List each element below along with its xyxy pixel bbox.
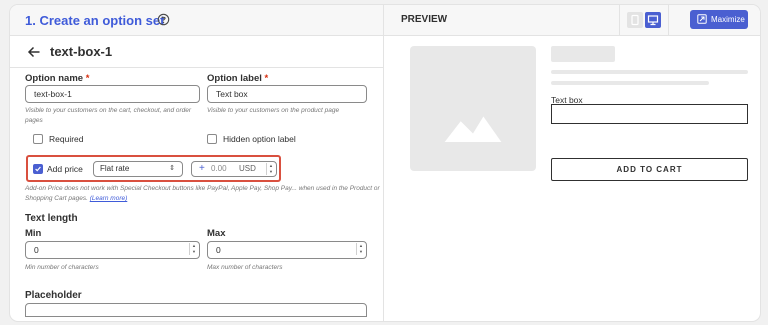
price-type-select[interactable]: Flat rate ⇕ [93, 161, 183, 177]
option-name-hint: Visible to your customers on the cart, c… [25, 107, 192, 124]
hidden-label-checkbox[interactable] [207, 134, 217, 144]
preview-panel: PREVIEW Maximize Text box ADD TO CART [384, 5, 760, 321]
maximize-button[interactable]: Maximize [690, 10, 748, 29]
select-arrows-icon: ⇕ [169, 165, 175, 172]
price-type-value: Flat rate [100, 164, 130, 173]
editor-panel: 1. Create an option set text-box-1 Optio… [10, 5, 383, 321]
max-hint: Max number of characters [207, 264, 283, 271]
add-price-label: Add price [47, 164, 83, 174]
help-icon[interactable] [157, 13, 170, 26]
min-input[interactable]: 0 ▲ ▼ [25, 241, 200, 259]
option-label-hint: Visible to your customers on the product… [207, 107, 340, 114]
min-stepper[interactable]: ▲ ▼ [189, 243, 198, 255]
required-checkbox[interactable] [33, 134, 43, 144]
price-amount-field[interactable]: + 0.00 USD ▲ ▼ [191, 161, 277, 177]
maximize-icon [697, 14, 707, 24]
learn-more-link[interactable]: (Learn more) [90, 195, 128, 202]
option-name-input[interactable]: text-box-1 [25, 85, 200, 103]
min-label: Min [25, 228, 42, 239]
plus-icon: + [199, 163, 205, 174]
placeholder-input[interactable] [25, 303, 367, 317]
amount-stepper[interactable]: ▲ ▼ [266, 163, 275, 175]
checkmark-icon [35, 166, 41, 172]
option-subheader: text-box-1 [10, 36, 383, 68]
required-label: Required [49, 134, 84, 144]
app-frame: 1. Create an option set text-box-1 Optio… [9, 4, 761, 322]
page-title: 1. Create an option set [25, 13, 165, 28]
text-skeleton-2 [551, 81, 709, 85]
max-input[interactable]: 0 ▲ ▼ [207, 241, 367, 259]
hidden-label-label: Hidden option label [223, 134, 296, 144]
max-stepper[interactable]: ▲ ▼ [356, 243, 365, 255]
option-label-input[interactable]: Text box [207, 85, 367, 103]
text-skeleton-1 [551, 70, 748, 74]
currency-label: USD [239, 164, 256, 173]
product-image-placeholder [410, 46, 536, 171]
min-hint: Min number of characters [25, 264, 99, 271]
max-label: Max [207, 228, 226, 239]
addon-price-note: Add-on Price does not work with Special … [25, 185, 380, 202]
maximize-label: Maximize [711, 15, 745, 24]
back-arrow-icon[interactable] [27, 45, 41, 59]
image-placeholder-icon [444, 116, 502, 142]
option-label-label: Option label * [207, 73, 269, 84]
title-skeleton [551, 46, 615, 62]
preview-title: PREVIEW [401, 14, 448, 25]
preview-text-input[interactable] [551, 104, 748, 124]
add-to-cart-button[interactable]: ADD TO CART [551, 158, 748, 181]
max-value: 0 [216, 245, 221, 255]
option-title: text-box-1 [50, 44, 113, 59]
min-value: 0 [34, 245, 39, 255]
desktop-view-icon[interactable] [645, 12, 661, 28]
editor-header: 1. Create an option set [10, 5, 383, 36]
option-name-label: Option name * [25, 73, 90, 84]
device-toggle [619, 5, 669, 35]
preview-header: PREVIEW Maximize [384, 5, 760, 36]
price-amount-placeholder: 0.00 [211, 164, 227, 173]
text-length-heading: Text length [25, 213, 78, 224]
add-price-checkbox[interactable] [33, 164, 43, 174]
mobile-view-icon[interactable] [627, 12, 643, 28]
placeholder-heading: Placeholder [25, 290, 82, 301]
